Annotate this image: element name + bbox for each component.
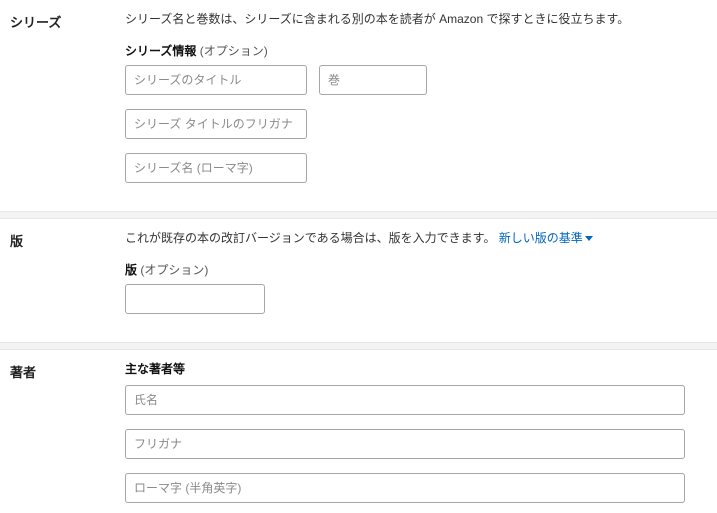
divider (0, 342, 717, 350)
edition-heading: 版 (10, 229, 125, 318)
chevron-down-icon (585, 236, 593, 241)
author-primary-label: 主な著者等 (125, 360, 707, 377)
series-info-label-row: シリーズ情報 (オプション) (125, 42, 707, 59)
series-body: シリーズ名と巻数は、シリーズに含まれる別の本を読者が Amazon で探すときに… (125, 10, 707, 187)
author-furigana-input[interactable] (125, 429, 685, 459)
divider (0, 211, 717, 219)
section-series: シリーズ シリーズ名と巻数は、シリーズに含まれる別の本を読者が Amazon で… (0, 0, 717, 211)
series-volume-input[interactable] (319, 65, 427, 95)
section-edition: 版 これが既存の本の改訂バージョンである場合は、版を入力できます。 新しい版の基… (0, 219, 717, 342)
edition-field-label: 版 (125, 263, 137, 277)
edition-optional: (オプション) (137, 263, 208, 277)
edition-standards-link[interactable]: 新しい版の基準 (499, 231, 593, 245)
edition-body: これが既存の本の改訂バージョンである場合は、版を入力できます。 新しい版の基準 … (125, 229, 707, 318)
author-heading: 著者 (10, 360, 125, 503)
series-info-optional: (オプション) (196, 44, 267, 58)
series-title-input[interactable] (125, 65, 307, 95)
edition-field-label-row: 版 (オプション) (125, 261, 707, 278)
series-description: シリーズ名と巻数は、シリーズに含まれる別の本を読者が Amazon で探すときに… (125, 10, 707, 28)
section-author: 著者 主な著者等 (0, 350, 717, 513)
series-heading: シリーズ (10, 10, 125, 187)
edition-description: これが既存の本の改訂バージョンである場合は、版を入力できます。 新しい版の基準 (125, 229, 707, 247)
series-info-label: シリーズ情報 (125, 44, 196, 58)
edition-input[interactable] (125, 284, 265, 314)
edition-desc-text: これが既存の本の改訂バージョンである場合は、版を入力できます。 (125, 231, 499, 245)
author-name-input[interactable] (125, 385, 685, 415)
edition-link-text: 新しい版の基準 (499, 231, 583, 245)
series-romaji-input[interactable] (125, 153, 307, 183)
series-furigana-input[interactable] (125, 109, 307, 139)
author-body: 主な著者等 (125, 360, 707, 503)
author-romaji-input[interactable] (125, 473, 685, 503)
